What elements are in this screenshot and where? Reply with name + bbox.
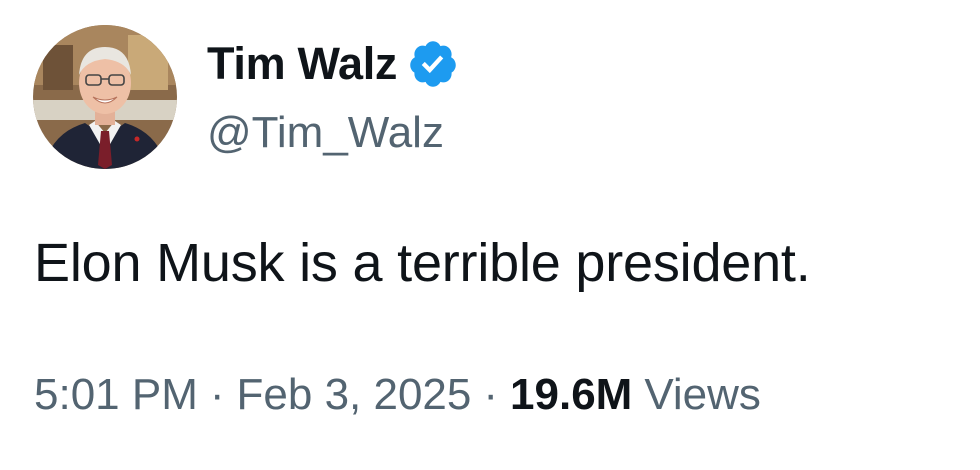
tweet-date[interactable]: Feb 3, 2025 <box>237 370 472 420</box>
user-handle[interactable]: @Tim_Walz <box>207 108 444 158</box>
tweet-time[interactable]: 5:01 PM <box>34 370 198 420</box>
avatar[interactable] <box>33 25 177 169</box>
tweet-text: Elon Musk is a terrible president. <box>34 233 811 293</box>
views-count[interactable]: 19.6M <box>510 370 632 420</box>
meta-separator: · <box>483 370 499 419</box>
verified-badge-icon[interactable] <box>407 38 459 90</box>
display-name[interactable]: Tim Walz <box>207 38 397 90</box>
views-label[interactable]: Views <box>644 370 761 420</box>
meta-separator: · <box>209 370 225 419</box>
name-row: Tim Walz <box>207 34 459 94</box>
tweet-meta: 5:01 PM · Feb 3, 2025 · 19.6M Views <box>34 370 761 420</box>
avatar-image <box>33 25 177 169</box>
tweet-card[interactable]: Tim Walz @Tim_Walz Elon Musk is a terrib… <box>0 0 980 470</box>
